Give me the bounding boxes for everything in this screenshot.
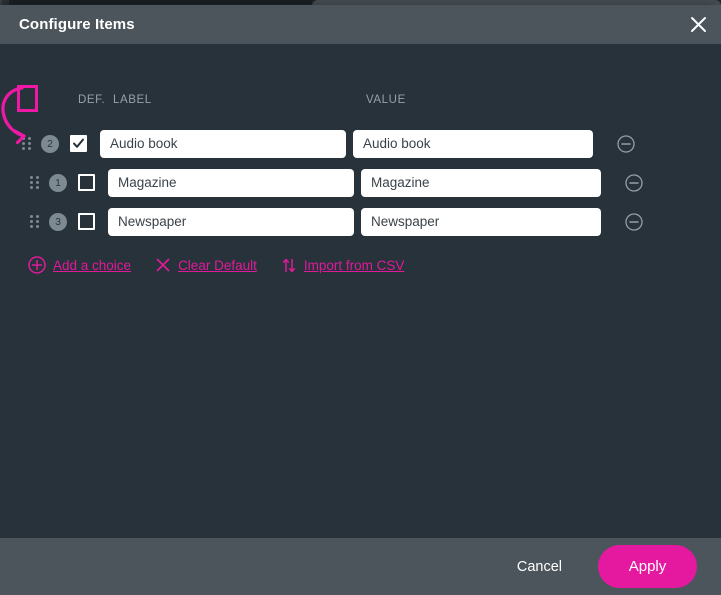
dialog-footer: Cancel Apply — [0, 538, 721, 595]
configure-items-dialog: Configure Items DEF. LABEL VALUE 2 — [0, 5, 721, 595]
background-top-strip — [0, 0, 312, 4]
default-checkbox[interactable] — [78, 213, 95, 230]
import-from-csv-button[interactable]: Import from CSV — [281, 257, 405, 274]
circle-minus-icon[interactable] — [625, 174, 643, 192]
circle-minus-icon[interactable] — [625, 213, 643, 231]
table-row: 3 — [0, 202, 721, 241]
label-input[interactable] — [108, 169, 354, 197]
default-checkbox[interactable] — [78, 174, 95, 191]
drag-handle-icon[interactable] — [30, 215, 40, 229]
order-badge: 1 — [49, 174, 67, 192]
default-checkbox[interactable] — [70, 135, 87, 152]
sort-arrows-icon — [281, 257, 297, 274]
drag-handle-icon[interactable] — [30, 176, 40, 190]
apply-button[interactable]: Apply — [598, 545, 697, 588]
dialog-header: Configure Items — [0, 5, 721, 44]
dialog-title: Configure Items — [19, 16, 135, 33]
dialog-body: DEF. LABEL VALUE 2 — [0, 44, 721, 538]
clear-default-label: Clear Default — [178, 258, 257, 273]
add-a-choice-button[interactable]: Add a choice — [28, 256, 131, 274]
column-header-label: LABEL — [113, 94, 152, 106]
close-icon[interactable] — [683, 10, 713, 40]
value-input[interactable] — [361, 208, 601, 236]
action-links: Add a choice Clear Default Import f — [28, 256, 404, 274]
items-list: 2 1 — [0, 124, 721, 241]
plus-circle-icon — [28, 256, 46, 274]
cancel-button[interactable]: Cancel — [499, 551, 580, 583]
column-header-value: VALUE — [366, 94, 406, 106]
table-row: 1 — [0, 163, 721, 202]
import-from-csv-label: Import from CSV — [304, 258, 405, 273]
circle-minus-icon[interactable] — [617, 135, 635, 153]
clear-default-button[interactable]: Clear Default — [155, 257, 257, 273]
label-input[interactable] — [100, 130, 346, 158]
order-badge: 2 — [41, 135, 59, 153]
label-input[interactable] — [108, 208, 354, 236]
order-badge: 3 — [49, 213, 67, 231]
add-a-choice-label: Add a choice — [53, 258, 131, 273]
drag-handle-icon[interactable] — [22, 137, 32, 151]
value-input[interactable] — [353, 130, 593, 158]
x-icon — [155, 257, 171, 273]
column-headers: DEF. LABEL VALUE — [0, 94, 721, 110]
value-input[interactable] — [361, 169, 601, 197]
table-row: 2 — [0, 124, 721, 163]
column-header-default: DEF. — [78, 94, 105, 106]
